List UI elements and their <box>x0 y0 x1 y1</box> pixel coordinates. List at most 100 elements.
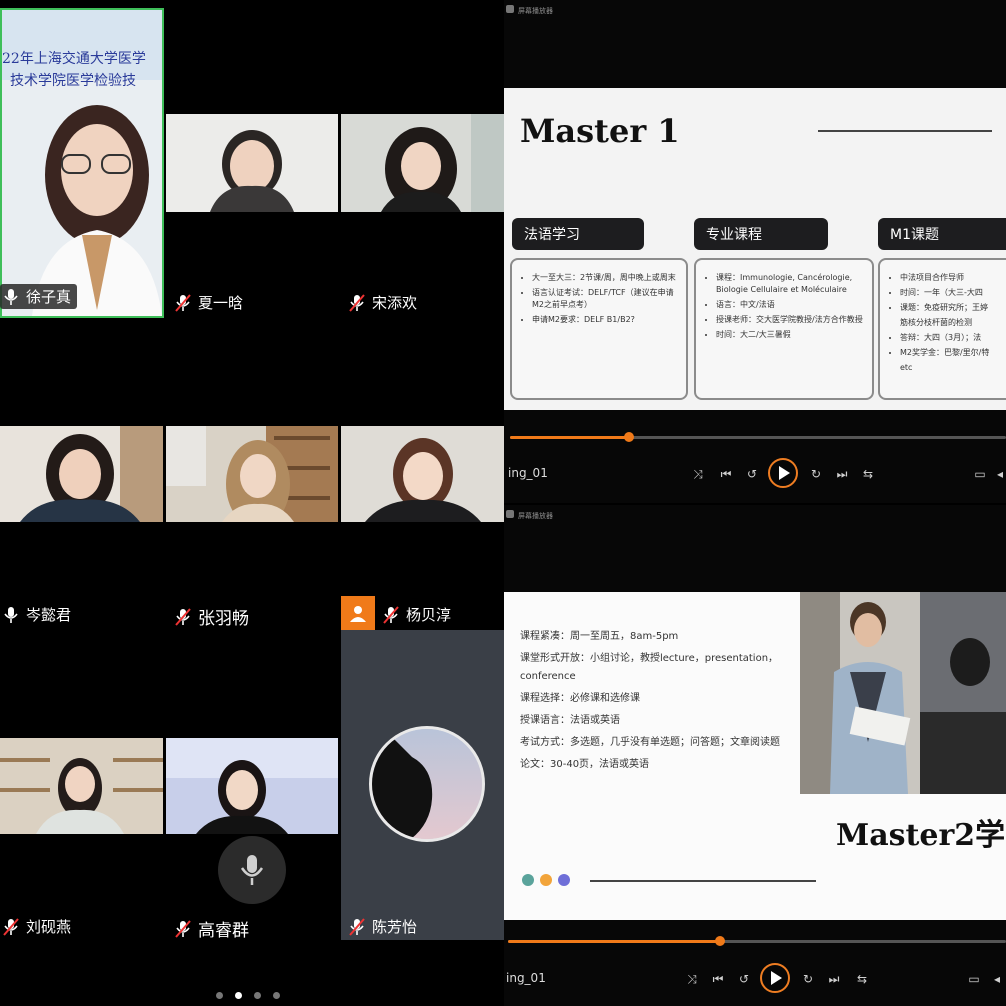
file-name: ing_01 <box>508 466 548 480</box>
participant-tile-2[interactable] <box>166 114 338 212</box>
repeat-icon[interactable]: ⇆ <box>860 466 876 482</box>
card-item: 时间：大二/大三暑假 <box>716 329 864 341</box>
page-dot-3[interactable] <box>254 992 261 999</box>
forward-icon[interactable]: ↻ <box>808 466 824 482</box>
participant-tile-6[interactable] <box>341 426 504 522</box>
title-rule <box>818 130 992 132</box>
page-dot-2[interactable] <box>235 992 242 999</box>
previous-icon[interactable]: ⏮ <box>710 971 726 987</box>
participant-tile-1[interactable]: 22年上海交通大学医学 技术学院医学检验技 <box>0 8 164 318</box>
screen-player-1: 屏幕播放器 Master 1 法语学习 专业课程 M1课题 大一至大三：2节课/… <box>504 0 1006 503</box>
dot-orange <box>540 874 552 886</box>
page-dot-4[interactable] <box>273 992 280 999</box>
play-icon <box>779 466 790 480</box>
mic-icon <box>4 288 18 305</box>
play-button[interactable] <box>760 963 790 993</box>
mic-icon <box>4 606 18 623</box>
card-item: 时间：一年（大三-大四 <box>900 287 1006 299</box>
progress-handle[interactable] <box>624 432 635 442</box>
volume-icon[interactable]: ◂ <box>994 466 1006 482</box>
slide-line: 授课语言：法语或英语 <box>520 715 620 726</box>
rewind-icon[interactable]: ↺ <box>736 971 752 987</box>
participant-label-7: 刘砚燕 <box>0 914 77 939</box>
card-item: etc <box>900 363 913 372</box>
progress-handle[interactable] <box>714 936 725 946</box>
mic-muted-icon <box>175 607 191 626</box>
column-header-2: 专业课程 <box>694 218 828 250</box>
microphone-button[interactable] <box>218 836 286 904</box>
mic-muted-icon <box>175 293 191 312</box>
participant-label-2: 夏一晗 <box>172 290 249 315</box>
participant-label-4: 岑懿君 <box>0 602 77 627</box>
participant-tile-7[interactable] <box>0 738 163 834</box>
participant-tile-3[interactable] <box>341 114 504 212</box>
banner-text: 22年上海交通大学医学 技术学院医学检验技 <box>2 51 146 89</box>
participant-label-9: 陈芳怡 <box>346 914 423 939</box>
footer-rule <box>590 880 816 882</box>
participant-label-1: 徐子真 <box>0 284 78 309</box>
card-item: 筋核分枝杆菌的检测 <box>900 318 972 327</box>
column-card-1: 大一至大三：2节课/周，周中晚上或周末 语言认证考试：DELF/TCF（建议在申… <box>510 258 688 400</box>
participant-tile-5[interactable] <box>166 426 338 522</box>
microphone-icon <box>240 855 264 885</box>
progress-fill <box>508 940 720 943</box>
subtitle-icon[interactable]: ▭ <box>966 971 982 987</box>
slide-bullets: 课程紧凑：周一至周五，8am-5pm 课堂形式开放：小组讨论，教授lecture… <box>520 628 796 774</box>
participant-video-5 <box>166 426 338 522</box>
participant-tile-9[interactable] <box>341 630 504 940</box>
page-dot-1[interactable] <box>216 992 223 999</box>
column-header-3: M1课题 <box>878 218 1006 250</box>
page-indicator <box>216 992 280 999</box>
subtitle-icon[interactable]: ▭ <box>972 466 988 482</box>
card-item: 课程：Immunologie, Cancérologie, Biologie C… <box>716 272 864 296</box>
slide-master2: 课程紧凑：周一至周五，8am-5pm 课堂形式开放：小组讨论，教授lecture… <box>504 592 1006 920</box>
previous-icon[interactable]: ⏮ <box>718 466 734 482</box>
mic-muted-icon <box>349 917 365 936</box>
next-icon[interactable]: ⏭ <box>826 971 842 987</box>
user-icon <box>350 606 366 622</box>
slide-title: Master2学 <box>836 818 1006 853</box>
participant-video-6 <box>341 426 504 522</box>
participant-label-8: 高睿群 <box>172 914 255 943</box>
slide-line: 课程紧凑：周一至周五，8am-5pm <box>520 631 679 642</box>
card-item: 大一至大三：2节课/周，周中晚上或周末 <box>532 272 678 284</box>
forward-icon[interactable]: ↻ <box>800 971 816 987</box>
repeat-icon[interactable]: ⇆ <box>854 971 870 987</box>
mic-muted-icon <box>3 917 19 936</box>
card-item: 语言认证考试：DELF/TCF（建议在申请M2之前早点考） <box>532 287 678 311</box>
slide-line: 考试方式：多选题，几乎没有单选题；问答题；文章阅读题 <box>520 737 780 748</box>
card-item: 答辩：大四（3月）；法 <box>900 332 1006 344</box>
mic-muted-icon <box>383 605 399 624</box>
progress-fill <box>510 436 630 439</box>
column-card-2: 课程：Immunologie, Cancérologie, Biologie C… <box>694 258 874 400</box>
card-item: 课题：免疫研究所；王婷 <box>900 302 1006 314</box>
next-icon[interactable]: ⏭ <box>834 466 850 482</box>
card-item: 申请M2要求：DELF B1/B2? <box>532 314 678 326</box>
shuffle-icon[interactable]: ⤨ <box>690 466 706 482</box>
progress-bar[interactable] <box>508 936 1006 946</box>
participant-video-8 <box>166 738 338 834</box>
dot-purple <box>558 874 570 886</box>
participant-tile-8[interactable] <box>166 738 338 834</box>
screen-player-2: 屏幕播放器 课程紧凑：周一至周五，8am-5pm 课堂形式开放：小组讨论，教授l… <box>504 505 1006 1006</box>
play-icon <box>771 971 782 985</box>
card-item: 语言：中文/法语 <box>716 299 864 311</box>
column-card-3: 中法项目合作导师 时间：一年（大三-大四 课题：免疫研究所；王婷 筋核分枝杆菌的… <box>878 258 1006 400</box>
cat-silhouette-icon <box>372 729 482 839</box>
slide-line: 论文：30-40页，法语或英语 <box>520 759 650 770</box>
volume-icon[interactable]: ◂ <box>990 971 1004 987</box>
participant-video-4 <box>0 426 163 522</box>
participant-video-7 <box>0 738 163 834</box>
mic-muted-icon <box>175 919 191 938</box>
video-grid: 22年上海交通大学医学 技术学院医学检验技 徐子真 夏一晗 宋添欢 岑懿君 张羽… <box>0 0 504 1006</box>
rewind-icon[interactable]: ↺ <box>744 466 760 482</box>
participant-label-5: 张羽畅 <box>172 602 255 631</box>
card-item: 授课老师：交大医学院教授/法方合作教授 <box>716 314 864 326</box>
participant-tile-4[interactable] <box>0 426 163 522</box>
window-title: 屏幕播放器 <box>518 7 553 15</box>
progress-bar[interactable] <box>510 432 1006 442</box>
shuffle-icon[interactable]: ⤨ <box>684 971 700 987</box>
play-button[interactable] <box>768 458 798 488</box>
participant-label-6: 杨贝淳 <box>380 602 457 627</box>
slide-master1: Master 1 法语学习 专业课程 M1课题 大一至大三：2节课/周，周中晚上… <box>504 88 1006 410</box>
